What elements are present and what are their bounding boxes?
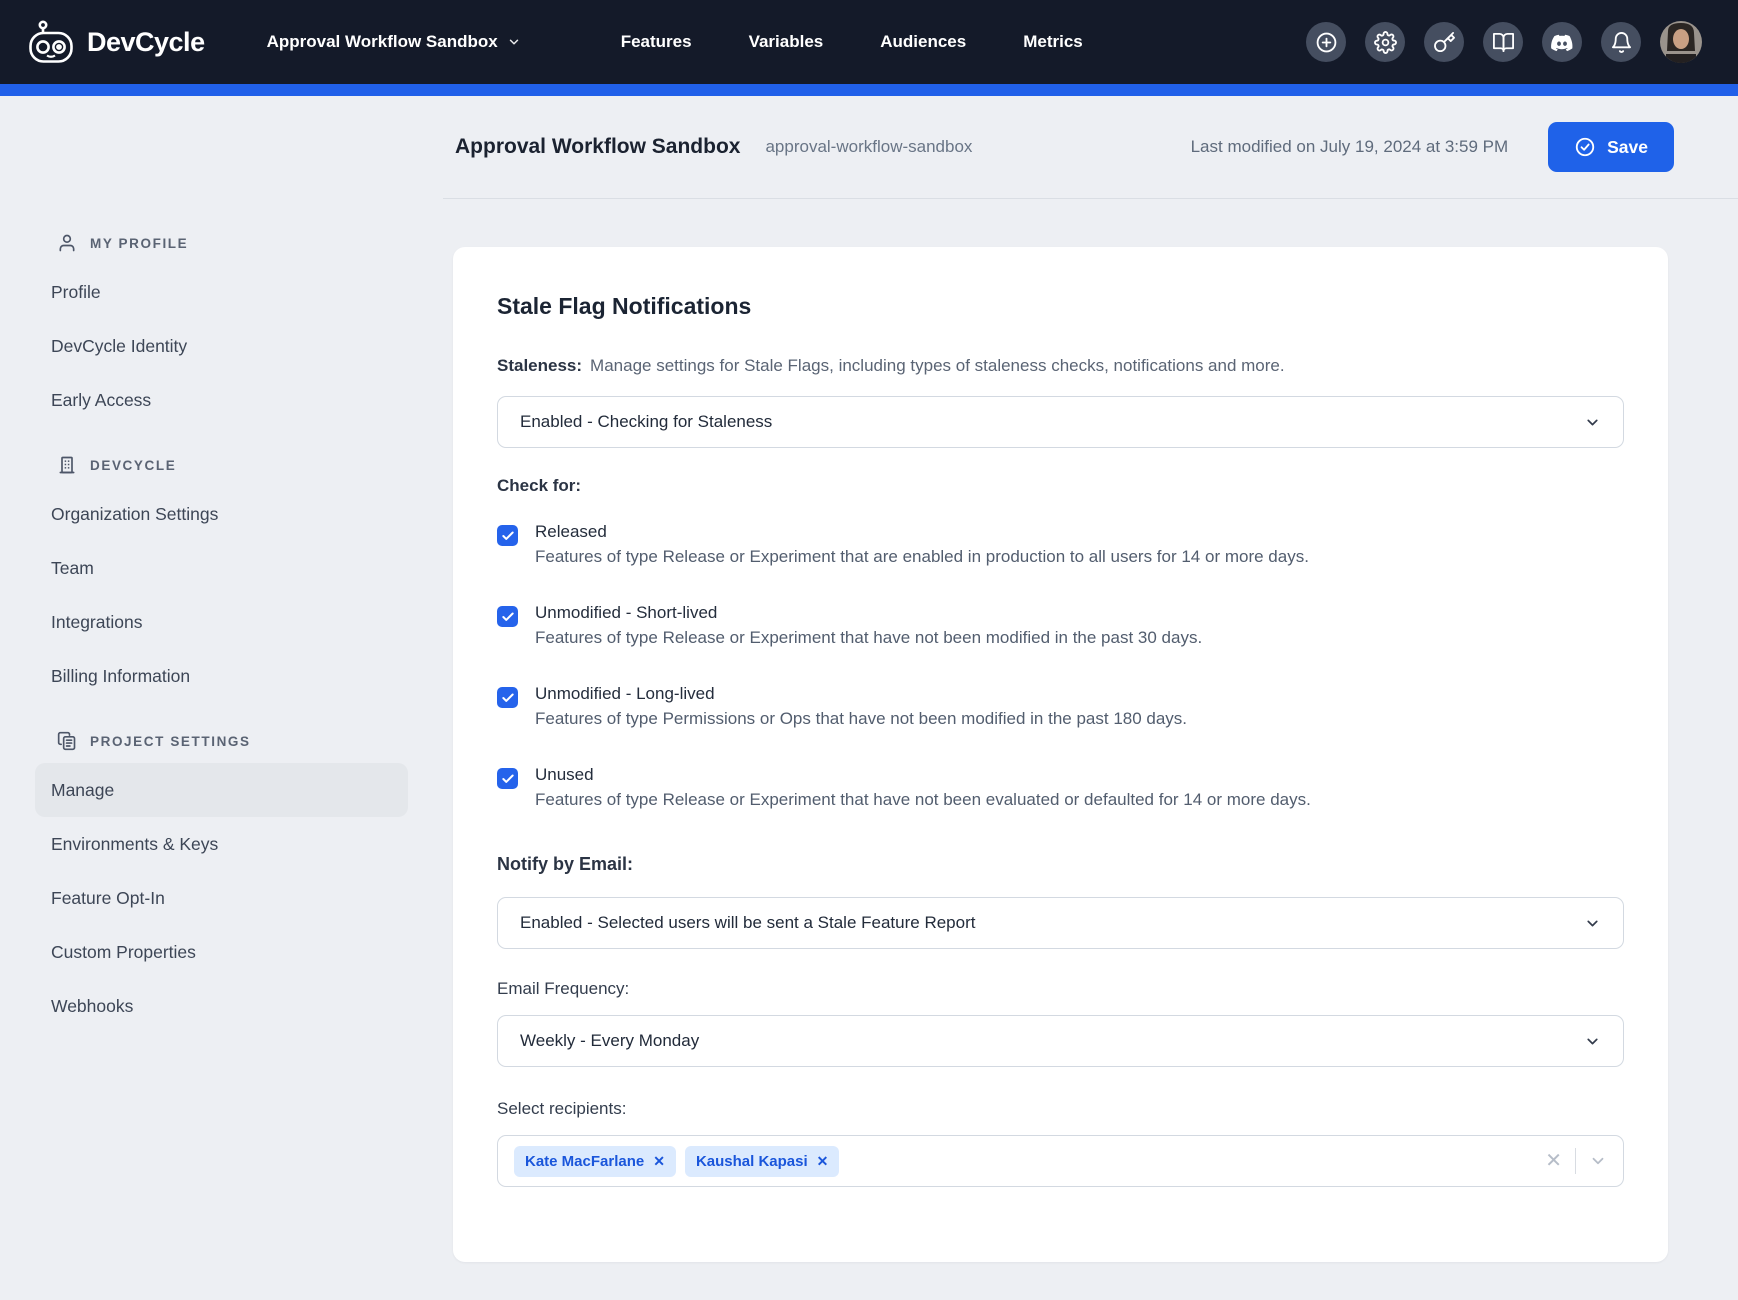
chevron-down-icon (1584, 1033, 1601, 1050)
notify-select-value: Enabled - Selected users will be sent a … (520, 913, 975, 933)
unmodified-short-lived-checkbox[interactable] (497, 606, 518, 627)
recipients-multiselect[interactable]: Kate MacFarlane ✕ Kaushal Kapasi ✕ ✕ (497, 1135, 1624, 1187)
sidebar-item-environments-keys[interactable]: Environments & Keys (35, 817, 408, 871)
sidebar-item-devcycle-identity[interactable]: DevCycle Identity (35, 319, 408, 373)
accent-bar (0, 84, 1738, 96)
robot-logo-icon (28, 20, 76, 64)
select-recipients-label: Select recipients: (497, 1099, 1624, 1119)
check-desc: Features of type Release or Experiment t… (535, 790, 1311, 810)
settings-gear-icon[interactable] (1365, 22, 1405, 62)
frequency-select-value: Weekly - Every Monday (520, 1031, 699, 1051)
sidebar-item-custom-properties[interactable]: Custom Properties (35, 925, 408, 979)
last-modified-text: Last modified on July 19, 2024 at 3:59 P… (1191, 137, 1509, 157)
recipient-name: Kate MacFarlane (525, 1153, 644, 1170)
save-button[interactable]: Save (1548, 122, 1674, 172)
person-icon (57, 233, 77, 253)
card-title: Stale Flag Notifications (497, 293, 1624, 320)
sidebar-item-manage[interactable]: Manage (35, 763, 408, 817)
sidebar-section-project-settings: PROJECT SETTINGS Manage Environments & K… (35, 719, 443, 1033)
staleness-label: Staleness: (497, 356, 582, 375)
staleness-desc-text: Manage settings for Stale Flags, includi… (590, 356, 1285, 375)
recipient-chip: Kaushal Kapasi ✕ (685, 1146, 839, 1177)
check-row-released: Released Features of type Release or Exp… (497, 522, 1624, 567)
staleness-description: Staleness: Manage settings for Stale Flag… (497, 356, 1624, 376)
check-desc: Features of type Release or Experiment t… (535, 547, 1309, 567)
nav-link-variables[interactable]: Variables (749, 32, 824, 52)
nav-link-audiences[interactable]: Audiences (880, 32, 966, 52)
recipient-name: Kaushal Kapasi (696, 1153, 808, 1170)
check-title: Unused (535, 765, 1311, 785)
devcycle-logo[interactable]: DevCycle (28, 20, 205, 64)
chevron-down-icon[interactable] (1589, 1152, 1607, 1170)
sidebar-item-billing-information[interactable]: Billing Information (35, 649, 408, 703)
chevron-down-icon (1584, 915, 1601, 932)
check-row-unused: Unused Features of type Release or Exper… (497, 765, 1624, 810)
sidebar-header-devcycle: DEVCYCLE (35, 443, 443, 487)
check-row-unmodified-short-lived: Unmodified - Short-lived Features of typ… (497, 603, 1624, 648)
check-title: Unmodified - Long-lived (535, 684, 1187, 704)
sidebar-section-label: DEVCYCLE (90, 458, 176, 473)
staleness-select-value: Enabled - Checking for Staleness (520, 412, 772, 432)
project-header: Approval Workflow Sandbox approval-workf… (443, 96, 1738, 199)
email-frequency-select[interactable]: Weekly - Every Monday (497, 1015, 1624, 1067)
user-avatar[interactable] (1660, 21, 1702, 63)
check-for-label: Check for: (497, 476, 1624, 496)
sidebar-section-label: MY PROFILE (90, 236, 188, 251)
building-icon (57, 455, 77, 475)
project-selector-label: Approval Workflow Sandbox (267, 32, 498, 52)
sidebar-header-project-settings: PROJECT SETTINGS (35, 719, 443, 763)
keys-icon[interactable] (1424, 22, 1464, 62)
sidebar-section-my-profile: MY PROFILE Profile DevCycle Identity Ear… (35, 221, 443, 427)
check-circle-icon (1574, 136, 1596, 158)
check-row-unmodified-long-lived: Unmodified - Long-lived Features of type… (497, 684, 1624, 729)
page-title: Approval Workflow Sandbox (455, 135, 740, 159)
docs-book-icon[interactable] (1483, 22, 1523, 62)
multiselect-controls: ✕ (1545, 1148, 1607, 1174)
nav-link-metrics[interactable]: Metrics (1023, 32, 1083, 52)
clipboard-icon (57, 731, 77, 751)
sidebar-item-team[interactable]: Team (35, 541, 408, 595)
clear-all-icon[interactable]: ✕ (1545, 1151, 1562, 1171)
email-frequency-label: Email Frequency: (497, 979, 1624, 999)
sidebar-item-integrations[interactable]: Integrations (35, 595, 408, 649)
check-title: Released (535, 522, 1309, 542)
project-slug: approval-workflow-sandbox (765, 137, 972, 157)
primary-nav: Features Variables Audiences Metrics (621, 32, 1083, 52)
check-title: Unmodified - Short-lived (535, 603, 1202, 623)
check-desc: Features of type Permissions or Ops that… (535, 709, 1187, 729)
sidebar-section-label: PROJECT SETTINGS (90, 734, 251, 749)
remove-recipient-icon[interactable]: ✕ (653, 1153, 665, 1170)
navbar-actions (1306, 21, 1702, 63)
project-selector-dropdown[interactable]: Approval Workflow Sandbox (267, 32, 521, 52)
nav-link-features[interactable]: Features (621, 32, 692, 52)
sidebar-section-devcycle: DEVCYCLE Organization Settings Team Inte… (35, 443, 443, 703)
save-button-label: Save (1607, 137, 1648, 158)
discord-icon[interactable] (1542, 22, 1582, 62)
chevron-down-icon (1584, 414, 1601, 431)
unused-checkbox[interactable] (497, 768, 518, 789)
brand-name: DevCycle (87, 27, 205, 58)
sidebar-item-profile[interactable]: Profile (35, 265, 408, 319)
notify-by-email-label: Notify by Email: (497, 854, 1624, 875)
sidebar-item-feature-opt-in[interactable]: Feature Opt-In (35, 871, 408, 925)
staleness-select[interactable]: Enabled - Checking for Staleness (497, 396, 1624, 448)
check-desc: Features of type Release or Experiment t… (535, 628, 1202, 648)
chevron-down-icon (507, 35, 521, 49)
notifications-bell-icon[interactable] (1601, 22, 1641, 62)
stale-flag-notifications-card: Stale Flag Notifications Staleness: Manag… (453, 247, 1668, 1262)
divider (1575, 1148, 1576, 1174)
recipient-chip: Kate MacFarlane ✕ (514, 1146, 676, 1177)
top-navbar: DevCycle Approval Workflow Sandbox Featu… (0, 0, 1738, 84)
sidebar-item-organization-settings[interactable]: Organization Settings (35, 487, 408, 541)
sidebar-item-early-access[interactable]: Early Access (35, 373, 408, 427)
notify-by-email-select[interactable]: Enabled - Selected users will be sent a … (497, 897, 1624, 949)
released-checkbox[interactable] (497, 525, 518, 546)
unmodified-long-lived-checkbox[interactable] (497, 687, 518, 708)
sidebar-header-my-profile: MY PROFILE (35, 221, 443, 265)
remove-recipient-icon[interactable]: ✕ (817, 1153, 829, 1170)
add-icon[interactable] (1306, 22, 1346, 62)
settings-sidebar: MY PROFILE Profile DevCycle Identity Ear… (0, 96, 443, 1300)
sidebar-item-webhooks[interactable]: Webhooks (35, 979, 408, 1033)
